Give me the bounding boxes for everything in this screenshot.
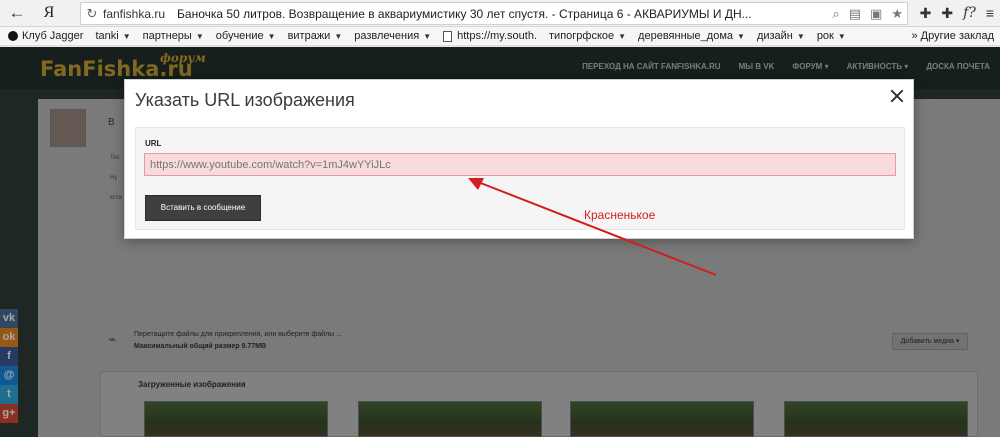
extension-icon[interactable]: ✚ (941, 5, 953, 22)
bookmark-klub-jagger[interactable]: Клуб Jagger (8, 30, 83, 42)
caret-down-icon: ▼ (122, 31, 131, 41)
search-icon[interactable]: ⌕ (832, 6, 839, 22)
bookmark-folder-razvlecheniya[interactable]: развлечения ▼ (354, 30, 431, 42)
dialog-title: Указать URL изображения (135, 90, 355, 110)
close-icon[interactable] (889, 88, 905, 104)
back-arrow-icon[interactable]: ← (0, 0, 34, 27)
page-icon (443, 30, 453, 42)
bookmark-my-south[interactable]: https://my.south. (443, 30, 537, 42)
jagger-icon (8, 31, 18, 41)
bookmark-folder-derevyannye-doma[interactable]: деревянные_дома ▼ (638, 30, 745, 42)
other-bookmarks-label: Другие заклад (920, 30, 994, 42)
insert-into-message-button[interactable]: Вставить в сообщение (145, 195, 261, 221)
bookmark-label: дизайн (756, 30, 793, 42)
caret-down-icon: ▼ (423, 31, 432, 41)
bookmark-label: развлечения (354, 30, 420, 42)
bookmark-label: партнеры (142, 30, 192, 42)
caret-down-icon: ▼ (618, 31, 627, 41)
browser-toolbar: ← Я ↻ fanfishka.ru Баночка 50 литров. Во… (0, 0, 1000, 27)
puzzle-icon[interactable]: ✚ (920, 5, 932, 22)
dialog-body: URL Вставить в сообщение (135, 127, 905, 230)
bookmark-folder-obuchenie[interactable]: обучение ▼ (216, 30, 276, 42)
other-bookmarks[interactable]: » Другие заклад (911, 30, 994, 42)
caret-down-icon: ▼ (837, 31, 846, 41)
reader-icon[interactable]: ▤ (849, 6, 861, 22)
bookmark-label: обучение (215, 30, 264, 42)
url-label: URL (145, 139, 162, 148)
bookmark-label: рок (816, 30, 834, 42)
caret-down-icon: ▼ (737, 31, 745, 41)
bookmark-folder-tanki[interactable]: tanki ▼ (95, 30, 130, 42)
caret-down-icon: ▼ (796, 31, 805, 41)
bookmark-folder-partnery[interactable]: партнеры ▼ (143, 30, 204, 42)
yandex-logo[interactable]: Я (34, 4, 64, 22)
insert-image-url-dialog: Указать URL изображения URL Вставить в с… (124, 79, 914, 239)
bookmark-label: https://my.south. (457, 30, 538, 42)
address-bar[interactable]: ↻ fanfishka.ru Баночка 50 литров. Возвра… (80, 2, 908, 25)
f-extension-button[interactable]: f? (963, 5, 976, 22)
reload-icon[interactable]: ↻ (81, 6, 103, 22)
menu-icon[interactable]: ≡ (986, 5, 994, 22)
lock-icon[interactable]: ▣ (870, 6, 882, 22)
annotation-text: Красненькое (584, 208, 656, 222)
url-domain: fanfishka.ru (103, 6, 166, 21)
bookmarks-bar: Клуб Jagger tanki ▼ партнеры ▼ обучение ▼ в… (0, 27, 1000, 46)
url-input[interactable] (144, 153, 896, 176)
caret-down-icon: ▼ (195, 31, 204, 41)
bookmark-folder-tipografskoe[interactable]: типогрфское ▼ (549, 30, 626, 42)
bookmark-label: витражи (287, 30, 331, 42)
bookmark-label: деревянные_дома (638, 30, 734, 42)
star-icon[interactable]: ★ (891, 6, 903, 22)
chevron-right-icon: » (911, 30, 918, 42)
caret-down-icon: ▼ (334, 31, 343, 41)
bookmark-folder-rok[interactable]: рок ▼ (817, 30, 846, 42)
caret-down-icon: ▼ (267, 31, 276, 41)
bookmark-folder-vitrazhi[interactable]: витражи ▼ (288, 30, 343, 42)
bookmark-folder-dizain[interactable]: дизайн ▼ (757, 30, 805, 42)
bookmark-label: Клуб Jagger (22, 30, 84, 42)
page-title: Баночка 50 литров. Возвращение в аквариу… (177, 6, 752, 21)
bookmark-label: типогрфское (549, 30, 615, 42)
bookmark-label: tanki (95, 30, 119, 42)
